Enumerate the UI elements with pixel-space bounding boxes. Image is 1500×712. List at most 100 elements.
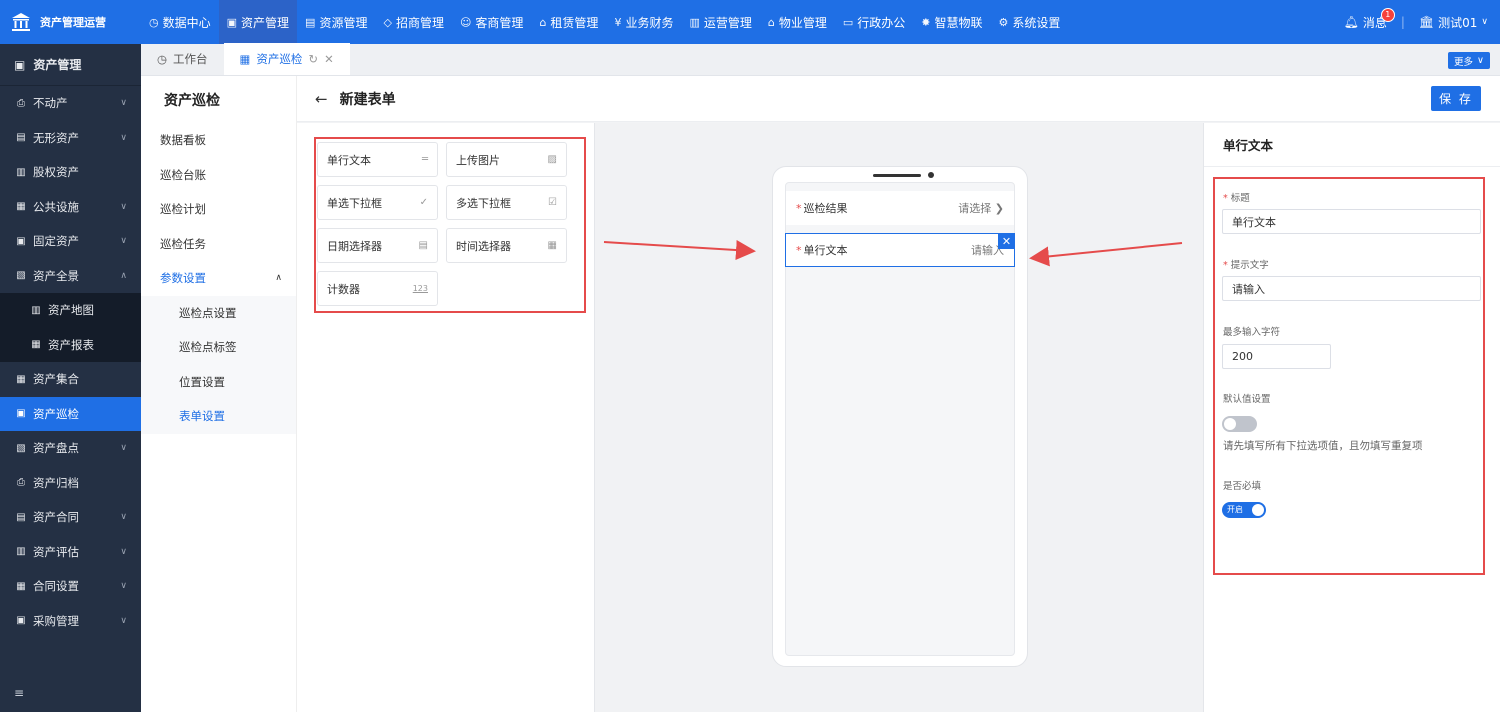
sidebar-item[interactable]: ▥ 资产评估 ∨ [0,535,141,570]
sidebar-item-label: 资产归档 [33,475,79,490]
menu-item-icon: ⎙ [17,97,25,109]
top-nav-item[interactable]: ⌂ 物业管理 [760,0,835,44]
sidebar-submenu: ▥ 资产地图 ▦ 资产报表 [0,293,141,362]
messages-button[interactable]: 🔔︎ 消息 1 [1344,7,1395,31]
counter-icon: 123 [412,284,428,293]
sidebar-item[interactable]: ▤ 无形资产 ∨ [0,121,141,156]
secondary-menu-item[interactable]: 巡检台账 [141,158,296,193]
sidebar-item[interactable]: ▤ 资产合同 ∨ [0,500,141,535]
sidebar-item[interactable]: ▧ 资产全景 ∧ [0,259,141,294]
radio-check-icon: ✓ [419,197,428,208]
sidebar-item[interactable]: ⎙ 不动产 ∨ [0,86,141,121]
top-right-tools: 🔔︎ 消息 1 | 🏛︎ 测试01 ∨ [1344,0,1488,44]
palette-component[interactable]: 多选下拉框 ☑ [446,185,567,220]
chevron-up-icon: ∧ [120,270,127,281]
top-nav-item[interactable]: ◇ 招商管理 [375,0,451,44]
secondary-submenu-item[interactable]: 巡检点标签 [141,330,296,365]
top-nav-item[interactable]: ☺ 客商管理 [452,0,531,44]
secondary-submenu-item[interactable]: 位置设置 [141,365,296,400]
field-label: 单行文本 [803,244,848,257]
sidebar-item-label: 资产报表 [48,337,94,352]
sidebar-header[interactable]: ▣ 资产管理 [0,44,141,86]
sidebar-item-label: 采购管理 [33,613,79,628]
properties-title: 单行文本 [1204,123,1500,167]
top-nav-item[interactable]: ▭ 行政办公 [835,0,913,44]
secondary-submenu-item[interactable]: 表单设置 [141,399,296,434]
secondary-menu-item[interactable]: 巡检计划 [141,192,296,227]
max-chars-label: 最多输入字符 [1223,327,1281,338]
more-tabs-button[interactable]: 更多 ∨ [1448,52,1490,69]
back-arrow-icon[interactable]: ← [315,90,328,108]
max-chars-input[interactable] [1222,344,1331,369]
top-nav-item[interactable]: ✸ 智慧物联 [913,0,990,44]
tab-asset-inspection[interactable]: ▦ 资产巡检 ↻ ✕ [223,43,350,75]
sidebar-item[interactable]: ⎙ 资产归档 [0,466,141,501]
phone-speaker [873,174,921,177]
menu-item-icon: ▤ [16,132,26,144]
text-line-icon: ═ [421,154,428,165]
sidebar-item[interactable]: ▧ 资产盘点 ∨ [0,431,141,466]
menu-item-icon: ⎙ [17,477,25,489]
palette-component[interactable]: 单选下拉框 ✓ [317,185,438,220]
top-nav-item[interactable]: ⚙ 系统设置 [991,0,1069,44]
sidebar-item[interactable]: ▥ 资产地图 [0,293,141,328]
palette-component[interactable]: 单行文本 ═ [317,142,438,177]
sidebar-item[interactable]: ▣ 资产巡检 [0,396,141,431]
user-menu[interactable]: 🏛︎ 测试01 ∨ [1419,14,1488,31]
sidebar-item[interactable]: ▦ 资产报表 [0,328,141,363]
required-toggle[interactable]: 开启 [1222,502,1266,518]
tab-workbench[interactable]: ◷ 工作台 [141,43,224,75]
secondary-menu-item[interactable]: 巡检任务 [141,227,296,262]
tag-icon: ◇ [383,15,392,29]
tab-label: 工作台 [173,52,208,66]
component-label: 时间选择器 [456,239,511,253]
secondary-menu-title: 资产巡检 [164,92,220,109]
top-nav-item[interactable]: ▣ 资产管理 [218,0,298,44]
hint-input[interactable] [1222,276,1481,301]
palette-component[interactable]: 时间选择器 ▦ [446,228,567,263]
sidebar-item-label: 合同设置 [33,579,79,594]
top-nav-item[interactable]: ◷ 数据中心 [141,0,219,44]
required-mark: * [796,243,802,257]
top-nav-item[interactable]: ▥ 运营管理 [681,0,759,44]
save-button[interactable]: 保 存 [1431,86,1481,111]
refresh-icon[interactable]: ↻ [308,52,318,66]
top-nav-item[interactable]: ⌂ 租赁管理 [531,0,606,44]
secondary-menu-group[interactable]: 参数设置 ∧ [141,261,296,296]
sidebar-item-label: 资产全景 [33,268,79,283]
sidebar-item[interactable]: ▦ 资产集合 [0,362,141,397]
top-nav-item[interactable]: ¥ 业务财务 [606,0,681,44]
palette-component[interactable]: 上传图片 ▨ [446,142,567,177]
monitor-icon: ▭ [842,15,854,29]
house-icon: ⌂ [539,15,547,29]
top-nav-label: 资源管理 [319,15,368,30]
date-icon: ▤ [418,240,428,251]
calendar-icon: ▦ [547,240,557,251]
top-nav-item[interactable]: ▤ 资源管理 [297,0,375,44]
secondary-submenu-item[interactable]: 巡检点设置 [141,296,296,331]
secondary-menu: 资产巡检 数据看板 巡检台账 巡检计划 巡检任务 参数设置 ∧ 巡检点设置 巡检点标签 位置设置… [141,76,297,712]
multi-check-icon: ☑ [548,197,557,208]
delete-field-icon[interactable]: ✕ [998,233,1015,249]
palette-component[interactable]: 计数器 123 [317,271,438,306]
sidebar-item-label: 资产地图 [48,303,94,318]
title-input[interactable] [1222,209,1481,234]
palette-component[interactable]: 日期选择器 ▤ [317,228,438,263]
top-nav-bar: 资产管理运营 ◷ 数据中心 ▣ 资产管理 ▤ 资源管理 ◇ 招商管理 ☺ 客商管理 ⌂ 租赁管理 ¥ 业务… [0,0,1500,44]
sidebar-item[interactable]: ▣ 采购管理 ∨ [0,604,141,639]
top-nav-label: 数据中心 [162,15,211,30]
default-value-toggle[interactable] [1222,416,1257,432]
sidebar-item[interactable]: ▦ 合同设置 ∨ [0,569,141,604]
messages-count-badge: 1 [1380,7,1395,22]
secondary-menu-item[interactable]: 数据看板 [141,123,296,158]
sidebar-item[interactable]: ▣ 固定资产 ∨ [0,224,141,259]
sidebar-item[interactable]: ▦ 公共设施 ∨ [0,190,141,225]
preview-field-single-line-text[interactable]: * 单行文本 请输入 ✕ [785,233,1015,267]
preview-field-inspection-result[interactable]: * 巡检结果 请选择 ❯ [786,191,1014,225]
collapse-menu-icon[interactable]: ≡ [14,686,24,700]
close-icon[interactable]: ✕ [324,52,334,66]
cube-icon: ▣ [14,57,26,72]
sidebar-item[interactable]: ▥ 股权资产 [0,155,141,190]
group-label: 参数设置 [160,271,206,286]
app-logo[interactable]: 资产管理运营 [0,0,141,44]
